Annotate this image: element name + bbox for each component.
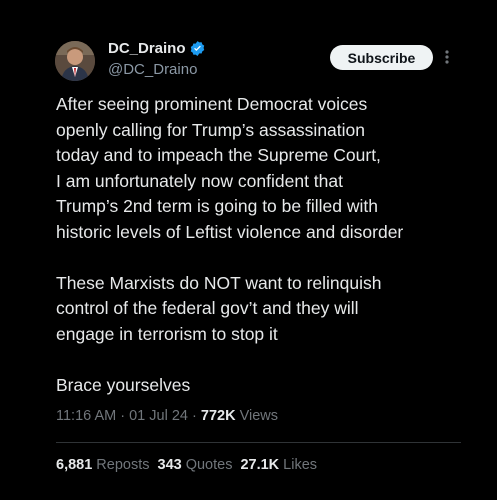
subscribe-button[interactable]: Subscribe (330, 45, 433, 70)
views-count: 772K (200, 408, 236, 424)
divider (56, 442, 461, 443)
meta-separator: · (120, 408, 126, 424)
reposts-stat[interactable]: 6,881 Reposts (56, 457, 150, 473)
tweet-line: historic levels of Leftist violence and … (56, 221, 404, 242)
reposts-count: 6,881 (56, 457, 93, 473)
tweet-line: Brace yourselves (56, 374, 191, 395)
tweet-card: DC_Draino @DC_Draino Subscribe After see… (40, 26, 477, 500)
tweet-line: After seeing prominent Democrat voices (56, 94, 368, 114)
tweet-paragraph: These Marxists do NOT want to relinquish… (56, 271, 476, 348)
display-name[interactable]: DC_Draino (108, 40, 186, 57)
author-handle[interactable]: @DC_Draino (108, 61, 197, 78)
tweet-line: engage in terrorism to stop it (56, 323, 278, 344)
tweet-line: Trump’s 2nd term is going to be filled w… (56, 196, 378, 216)
verified-badge-icon (190, 41, 204, 56)
tweet-date[interactable]: 01 Jul 24 (129, 408, 188, 424)
quotes-label: Quotes (185, 457, 233, 473)
avatar[interactable] (55, 41, 95, 81)
likes-label: Likes (283, 457, 318, 473)
tweet-time[interactable]: 11:16 AM (56, 408, 116, 424)
likes-count: 27.1K (240, 457, 280, 473)
meta-separator: · (192, 408, 197, 424)
reposts-label: Reposts (96, 457, 150, 473)
tweet-meta: 11:16 AM · 01 Jul 24 · 772K Views (56, 408, 278, 424)
author-name-row[interactable]: DC_Draino (108, 40, 206, 57)
more-dots (445, 50, 449, 64)
tweet-text: After seeing prominent Democrat voices o… (56, 92, 476, 398)
tweet-paragraph: Brace yourselves (56, 373, 476, 399)
tweet-line: These Marxists do NOT want to relinquish (56, 272, 382, 293)
views-label: Views (239, 408, 278, 424)
tweet-paragraph: After seeing prominent Democrat voices o… (56, 92, 476, 245)
tweet-line: I am unfortunately now confident that (56, 170, 343, 191)
quotes-stat[interactable]: 343 Quotes (158, 457, 233, 473)
likes-stat[interactable]: 27.1K Likes (240, 457, 317, 473)
tweet-line: today and to impeach the Supreme Court, (56, 145, 381, 165)
more-vertical-icon[interactable] (440, 46, 454, 68)
avatar-image (55, 41, 95, 81)
tweet-line: openly calling for Trump’s assassination (56, 119, 366, 140)
engagement-stats: 6,881 Reposts 343 Quotes 27.1K Likes (56, 457, 317, 473)
tweet-line: control of the federal gov’t and they wi… (56, 298, 359, 318)
quotes-count: 343 (157, 457, 182, 473)
